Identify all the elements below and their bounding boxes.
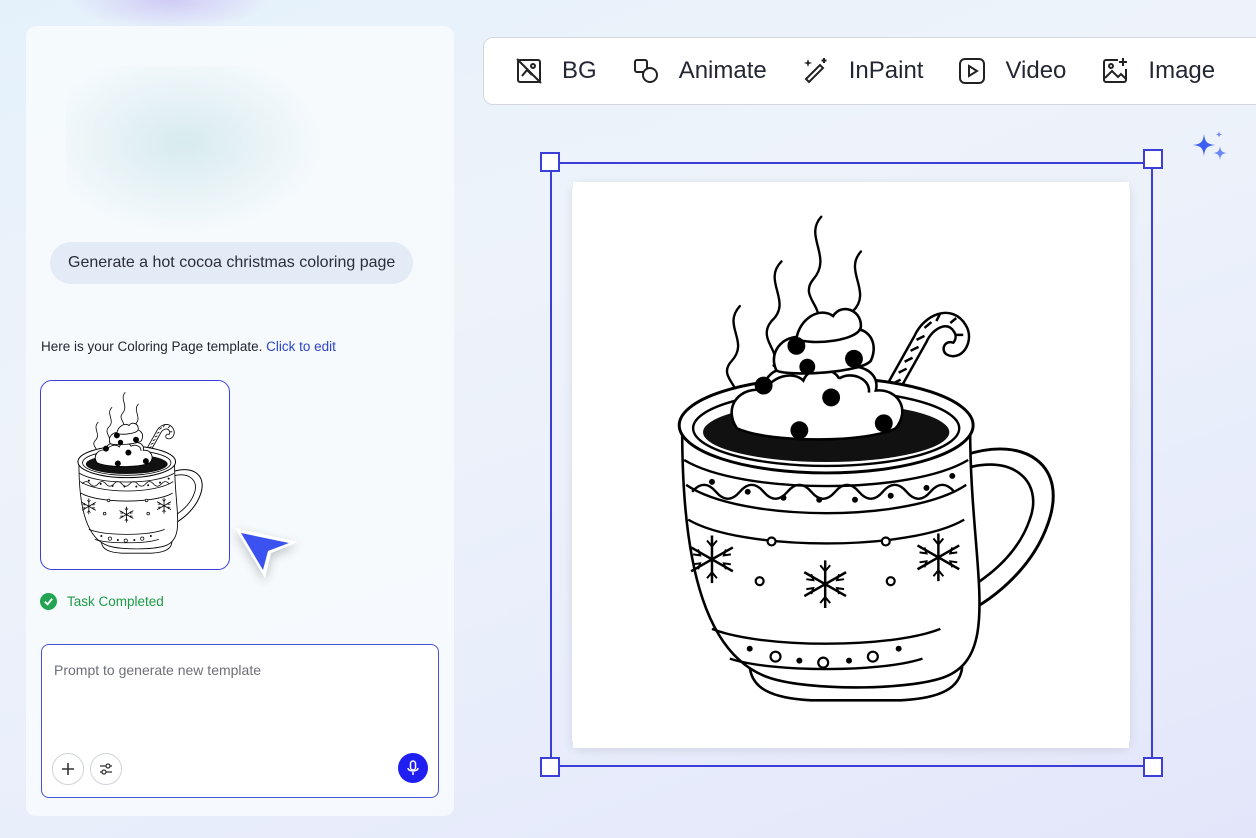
template-thumbnail[interactable] <box>40 380 230 570</box>
task-status: Task Completed <box>40 593 164 610</box>
task-status-text: Task Completed <box>67 594 164 609</box>
assistant-reply-text: Here is your Coloring Page template. <box>41 339 263 354</box>
tool-video[interactable]: Video <box>957 56 1066 86</box>
resize-handle-bottom-right[interactable] <box>1143 757 1163 777</box>
check-circle-icon <box>40 593 57 610</box>
tool-toolbar: BG Animate InPaint Video Image <box>483 37 1256 105</box>
chat-panel: Generate a hot cocoa christmas coloring … <box>26 26 454 816</box>
tool-animate[interactable]: Animate <box>631 56 767 86</box>
tool-image-label: Image <box>1148 57 1216 84</box>
sliders-icon <box>100 763 112 775</box>
user-message-bubble: Generate a hot cocoa christmas coloring … <box>50 242 414 284</box>
magic-wand-icon <box>803 58 827 84</box>
click-to-edit-link[interactable]: Click to edit <box>266 339 336 354</box>
pointer-cursor-icon <box>235 528 298 578</box>
add-button[interactable] <box>52 753 84 785</box>
decorative-blur <box>66 66 326 236</box>
prompt-box <box>41 644 439 798</box>
assistant-reply: Here is your Coloring Page template. Cli… <box>41 339 336 354</box>
resize-handle-top-left[interactable] <box>540 152 560 172</box>
image-add-icon <box>1103 58 1128 83</box>
animate-icon <box>633 59 658 83</box>
tool-video-label: Video <box>1005 57 1067 84</box>
prompt-input[interactable] <box>52 661 426 679</box>
plus-icon <box>62 763 74 775</box>
sparkle-icon <box>1193 131 1227 160</box>
canvas-image[interactable] <box>572 182 1130 748</box>
resize-handle-top-right[interactable] <box>1143 149 1163 169</box>
resize-handle-bottom-left[interactable] <box>540 757 560 777</box>
mic-button[interactable] <box>398 753 428 783</box>
cocoa-mug-illustration <box>572 182 1130 748</box>
video-icon <box>959 58 986 84</box>
tool-inpaint-label: InPaint <box>848 57 924 84</box>
cocoa-mug-illustration-thumb <box>41 381 229 569</box>
tool-bg-label: BG <box>562 57 597 84</box>
user-message-text: Generate a hot cocoa christmas coloring … <box>68 254 396 271</box>
bg-remove-icon <box>516 58 542 84</box>
tool-image[interactable]: Image <box>1100 56 1215 86</box>
tool-animate-label: Animate <box>678 57 767 84</box>
microphone-icon <box>407 760 419 775</box>
tool-inpaint[interactable]: InPaint <box>801 56 924 86</box>
tool-bg[interactable]: BG <box>514 56 597 86</box>
settings-button[interactable] <box>90 753 122 785</box>
